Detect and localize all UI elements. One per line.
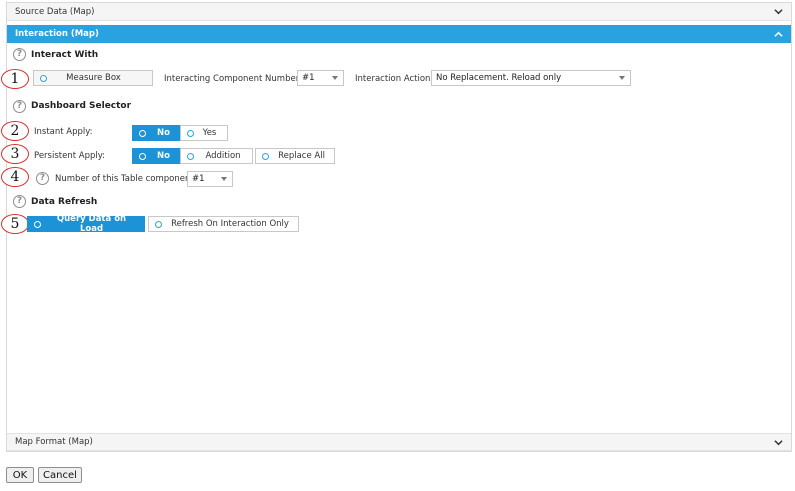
instant-apply-label: Instant Apply: bbox=[34, 127, 93, 137]
chevron-down-icon[interactable] bbox=[771, 435, 785, 449]
radio-selected-icon bbox=[139, 152, 146, 160]
accordion-interaction-label: Interaction (Map) bbox=[15, 29, 99, 39]
query-data-on-load[interactable]: Query Data on Load bbox=[27, 214, 145, 234]
instant-apply-yes[interactable]: Yes bbox=[180, 125, 228, 141]
interact-with-title: Interact With bbox=[31, 50, 99, 60]
properties-panel: Source Data (Map) Interaction (Map) ? In… bbox=[1, 2, 792, 452]
dashboard-selector-title: Dashboard Selector bbox=[31, 101, 132, 111]
accordion-source-data[interactable]: Source Data (Map) bbox=[7, 3, 791, 21]
persistent-apply-addition[interactable]: Addition bbox=[180, 148, 253, 164]
component-number-label: Interacting Component Number: bbox=[164, 74, 302, 84]
help-icon[interactable]: ? bbox=[36, 172, 49, 185]
radio-icon bbox=[187, 129, 194, 137]
interaction-action-value: No Replacement. Reload only bbox=[436, 73, 562, 83]
persistent-apply-no[interactable]: No bbox=[132, 148, 180, 164]
radio-selected-icon bbox=[139, 129, 146, 137]
chevron-up-icon[interactable] bbox=[771, 27, 785, 41]
accordion-map-format[interactable]: Map Format (Map) bbox=[7, 433, 791, 451]
annotation-4: 4 bbox=[1, 167, 29, 187]
annotation-5: 5 bbox=[1, 214, 29, 234]
instant-apply-no[interactable]: No bbox=[132, 125, 180, 141]
caret-down-icon bbox=[221, 177, 227, 181]
annotation-3: 3 bbox=[1, 144, 29, 164]
persistent-apply-replace-all[interactable]: Replace All bbox=[255, 148, 335, 164]
query-data-on-load-label: Query Data on Load bbox=[56, 214, 127, 234]
radio-selected-icon bbox=[34, 220, 41, 228]
measure-box-label: Measure Box bbox=[66, 73, 121, 83]
instant-apply-no-label: No bbox=[157, 128, 170, 138]
data-refresh-title: Data Refresh bbox=[31, 197, 98, 207]
annotation-2: 2 bbox=[1, 121, 29, 141]
persistent-apply-replace-all-label: Replace All bbox=[278, 151, 325, 161]
accordion-map-format-label: Map Format (Map) bbox=[15, 437, 93, 447]
cancel-button[interactable]: Cancel bbox=[38, 467, 82, 483]
interaction-action-select[interactable]: No Replacement. Reload only bbox=[431, 70, 631, 86]
help-icon[interactable]: ? bbox=[13, 195, 26, 208]
radio-icon bbox=[262, 152, 269, 160]
refresh-on-interaction-only-label: Refresh On Interaction Only bbox=[171, 219, 289, 229]
radio-icon bbox=[40, 74, 47, 82]
accordion-interaction[interactable]: Interaction (Map) bbox=[7, 25, 791, 43]
help-icon[interactable]: ? bbox=[13, 100, 26, 113]
table-component-select[interactable]: #1 bbox=[187, 171, 233, 187]
instant-apply-yes-label: Yes bbox=[202, 128, 217, 138]
table-component-value: #1 bbox=[192, 174, 205, 184]
component-number-value: #1 bbox=[302, 73, 315, 83]
caret-down-icon bbox=[619, 76, 625, 80]
persistent-apply-no-label: No bbox=[157, 151, 170, 161]
accordion-source-data-label: Source Data (Map) bbox=[15, 6, 95, 17]
component-number-select[interactable]: #1 bbox=[297, 70, 344, 86]
refresh-on-interaction-only[interactable]: Refresh On Interaction Only bbox=[148, 216, 299, 232]
caret-down-icon bbox=[332, 76, 338, 80]
measure-box-button[interactable]: Measure Box bbox=[33, 70, 153, 86]
radio-icon bbox=[155, 220, 162, 228]
help-icon[interactable]: ? bbox=[13, 48, 26, 61]
chevron-down-icon[interactable] bbox=[771, 5, 785, 19]
persistent-apply-addition-label: Addition bbox=[205, 151, 241, 161]
radio-icon bbox=[187, 152, 194, 160]
table-component-label: Number of this Table component bbox=[55, 174, 194, 184]
interaction-action-label: Interaction Action: bbox=[355, 74, 434, 84]
ok-button[interactable]: OK bbox=[6, 467, 34, 483]
annotation-1: 1 bbox=[1, 69, 29, 89]
persistent-apply-label: Persistent Apply: bbox=[34, 151, 105, 161]
